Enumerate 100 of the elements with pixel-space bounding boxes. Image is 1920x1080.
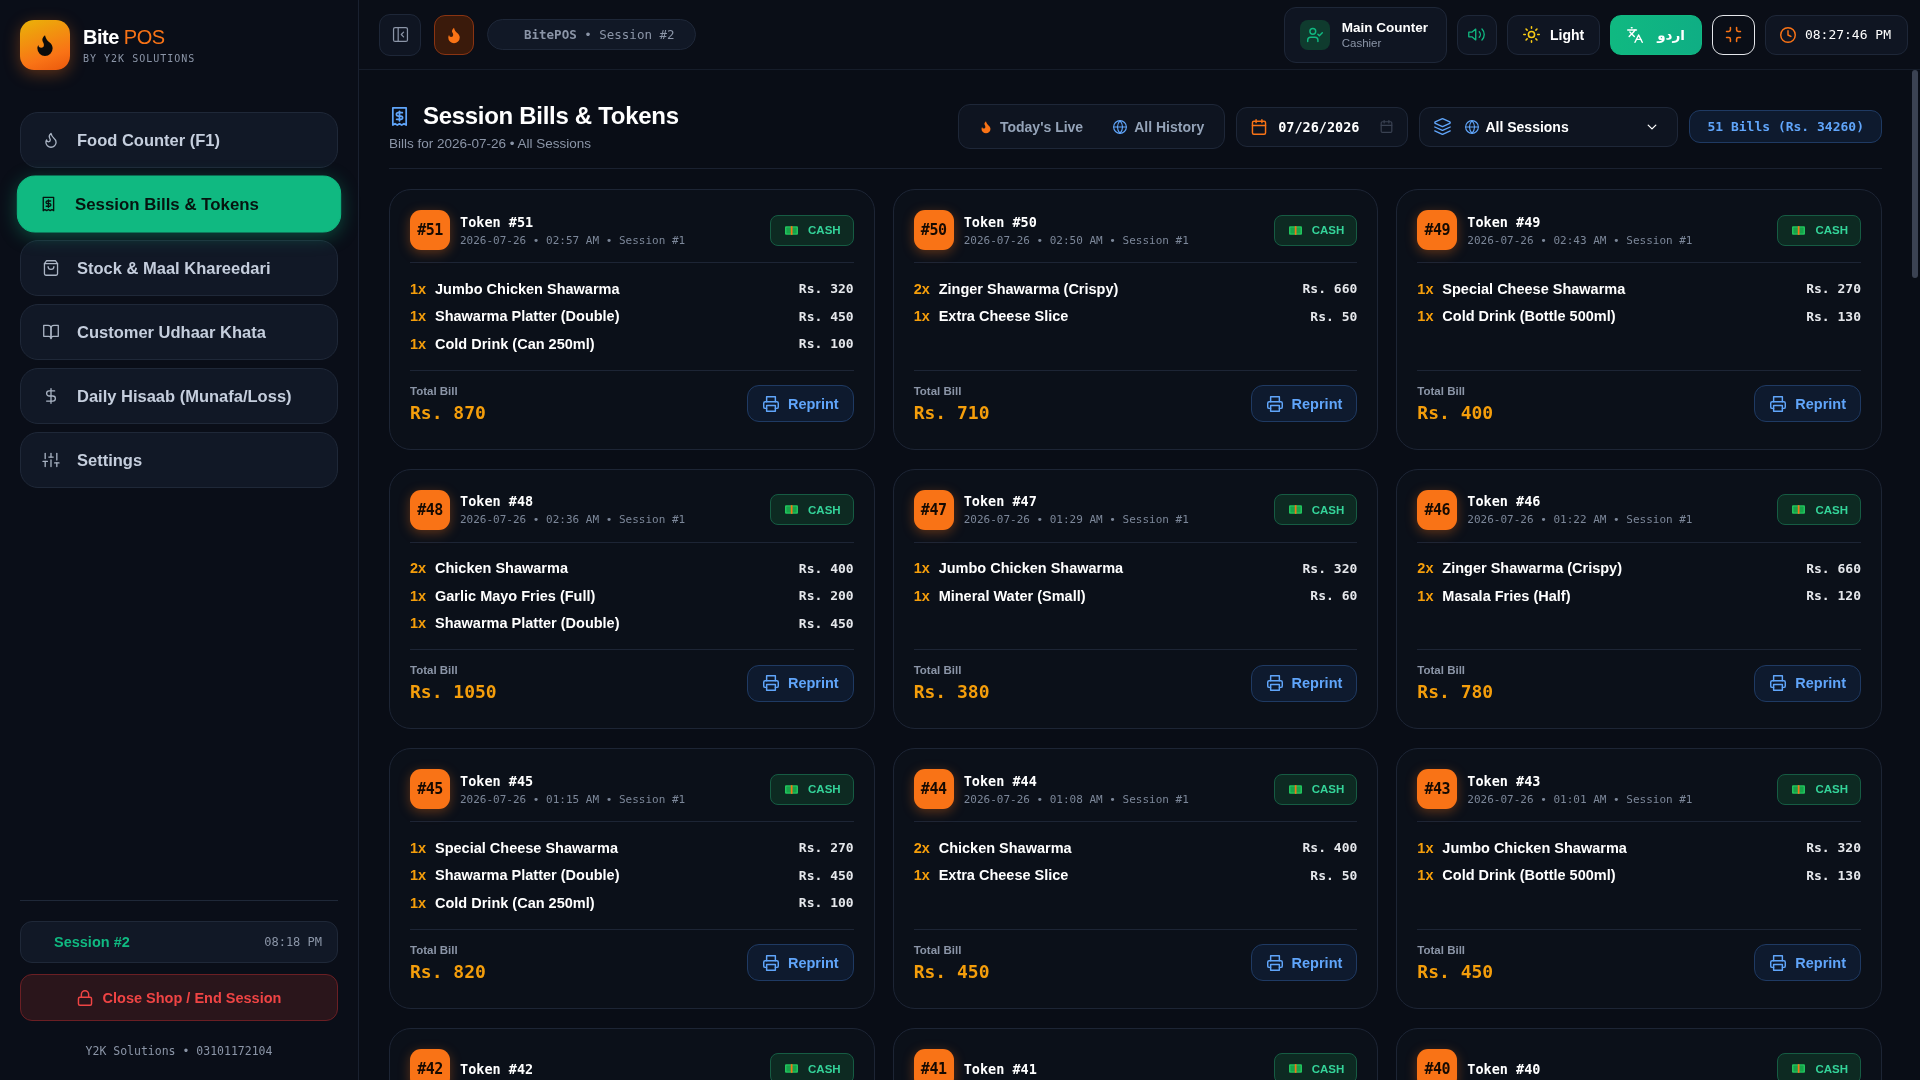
brand-name: Bite POS bbox=[83, 26, 166, 49]
banknote-icon bbox=[785, 505, 799, 514]
payment-badge: CASH bbox=[1777, 214, 1861, 246]
sidebar-nav-item[interactable]: Customer Udhaar Khata bbox=[20, 304, 338, 360]
item-name: Shawarma Platter (Double) bbox=[435, 867, 621, 884]
reprint-button[interactable]: Reprint bbox=[1754, 664, 1861, 702]
item-name: Mineral Water (Small) bbox=[938, 587, 1087, 604]
item-quantity: 1x bbox=[410, 894, 428, 911]
token-badge: #45 bbox=[410, 769, 450, 809]
shopping-bag-icon bbox=[43, 260, 59, 276]
sound-button[interactable] bbox=[1456, 14, 1497, 55]
receipt-icon bbox=[389, 104, 410, 128]
token-title: Token #50 bbox=[963, 213, 1038, 230]
item-name: Special Cheese Shawarma bbox=[435, 839, 619, 856]
banknote-icon bbox=[1288, 505, 1302, 514]
item-name: Chicken Shawarma bbox=[938, 839, 1073, 856]
clock: 08:27:46 PM bbox=[1764, 14, 1908, 55]
printer-icon bbox=[1266, 954, 1283, 971]
item-price: Rs. 400 bbox=[798, 560, 854, 576]
reprint-button[interactable]: Reprint bbox=[746, 664, 854, 702]
item-price: Rs. 100 bbox=[798, 336, 854, 352]
reprint-button[interactable]: Reprint bbox=[1250, 385, 1358, 422]
panel-icon bbox=[391, 26, 409, 43]
token-title: Token #51 bbox=[460, 213, 535, 230]
reprint-button[interactable]: Reprint bbox=[746, 944, 854, 981]
payment-badge: CASH bbox=[1273, 773, 1358, 805]
item-name: Garlic Mayo Fries (Full) bbox=[435, 587, 597, 604]
clock-icon bbox=[1779, 26, 1796, 43]
session-dropdown[interactable]: All Sessions bbox=[1419, 106, 1679, 147]
token-title: Token #44 bbox=[963, 772, 1038, 789]
user-card[interactable]: Main Counter Cashier bbox=[1283, 6, 1447, 63]
reprint-button[interactable]: Reprint bbox=[1250, 664, 1358, 702]
lock-icon bbox=[76, 989, 93, 1006]
dollar-icon bbox=[43, 388, 59, 404]
sidebar-nav-item[interactable]: Daily Hisaab (Munafa/Loss) bbox=[20, 368, 338, 424]
end-session-button[interactable]: Close Shop / End Session bbox=[20, 974, 338, 1021]
item-name: Cold Drink (Bottle 500ml) bbox=[1442, 867, 1617, 884]
scrollbar-thumb[interactable] bbox=[1912, 70, 1918, 278]
theme-button[interactable]: Light bbox=[1506, 14, 1601, 55]
item-quantity: 1x bbox=[913, 560, 931, 577]
token-badge: #42 bbox=[410, 1048, 450, 1080]
token-title: Token #48 bbox=[460, 493, 535, 509]
printer-icon bbox=[1770, 675, 1787, 691]
item-quantity: 1x bbox=[1417, 839, 1435, 856]
banknote-icon bbox=[785, 784, 799, 794]
item-price: Rs. 60 bbox=[1310, 588, 1358, 604]
translate-icon bbox=[1627, 26, 1644, 43]
exit-fullscreen-button[interactable] bbox=[1711, 14, 1755, 55]
item-name: Extra Cheese Slice bbox=[938, 867, 1070, 884]
item-price: Rs. 130 bbox=[1806, 308, 1861, 324]
date-field[interactable]: 07/26/2026 bbox=[1236, 106, 1409, 147]
reprint-button[interactable]: Reprint bbox=[1754, 385, 1861, 422]
item-price: Rs. 130 bbox=[1806, 867, 1861, 883]
item-price: Rs. 400 bbox=[1302, 840, 1358, 856]
item-price: Rs. 450 bbox=[798, 615, 854, 631]
total-label: Total Bill bbox=[410, 384, 459, 397]
reprint-button[interactable]: Reprint bbox=[1250, 944, 1358, 981]
token-meta: 2026-07-26 • 01:15 AM • Session #1 bbox=[460, 792, 687, 806]
token-badge: #46 bbox=[1417, 489, 1458, 530]
total-label: Total Bill bbox=[1417, 384, 1467, 397]
item-name: Jumbo Chicken Shawarma bbox=[1442, 839, 1628, 856]
sidebar-nav-item[interactable]: Food Counter (F1) bbox=[20, 112, 338, 168]
sidebar-toggle-button[interactable] bbox=[379, 13, 421, 56]
total-amount: Rs. 450 bbox=[913, 960, 990, 982]
token-badge: #44 bbox=[913, 769, 954, 809]
sidebar-nav-item[interactable]: Session Bills & Tokens bbox=[16, 175, 342, 233]
banknote-icon bbox=[1792, 784, 1806, 794]
layers-icon bbox=[1434, 118, 1452, 135]
total-label: Total Bill bbox=[1417, 664, 1467, 676]
printer-icon bbox=[1770, 954, 1787, 971]
total-amount: Rs. 710 bbox=[913, 401, 990, 423]
total-amount: Rs. 400 bbox=[1417, 401, 1494, 423]
item-quantity: 2x bbox=[913, 839, 931, 856]
item-name: Special Cheese Shawarma bbox=[1442, 280, 1627, 297]
footer-text: Y2K Solutions • 03101172104 bbox=[84, 1044, 274, 1058]
item-name: Cold Drink (Can 250ml) bbox=[435, 894, 596, 911]
filter-tab[interactable]: All History bbox=[1099, 110, 1219, 143]
item-quantity: 1x bbox=[1417, 280, 1435, 297]
token-badge: #43 bbox=[1417, 769, 1458, 809]
filter-tab[interactable]: Today's Live bbox=[964, 110, 1098, 143]
token-badge: #51 bbox=[410, 210, 450, 250]
token-title: Token #43 bbox=[1467, 772, 1542, 789]
payment-badge: CASH bbox=[1777, 773, 1861, 805]
sidebar-nav-item[interactable]: Stock & Maal Khareedari bbox=[20, 240, 338, 296]
reprint-button[interactable]: Reprint bbox=[746, 385, 854, 422]
item-name: Shawarma Platter (Double) bbox=[435, 615, 621, 632]
reprint-button[interactable]: Reprint bbox=[1754, 944, 1861, 981]
token-badge: #41 bbox=[913, 1048, 954, 1080]
page-title: Session Bills & Tokens bbox=[423, 102, 679, 130]
total-amount: Rs. 450 bbox=[1417, 960, 1494, 982]
speaker-icon bbox=[1468, 26, 1486, 43]
item-price: Rs. 270 bbox=[1806, 281, 1861, 297]
total-label: Total Bill bbox=[913, 943, 963, 956]
total-label: Total Bill bbox=[913, 384, 963, 397]
token-badge: #50 bbox=[913, 210, 954, 250]
item-quantity: 1x bbox=[410, 867, 428, 884]
sidebar-nav-item[interactable]: Settings bbox=[20, 432, 338, 488]
token-badge: #47 bbox=[913, 489, 954, 530]
brand-tagline: BY Y2K SOLUTIONS bbox=[83, 53, 196, 64]
flame-button[interactable] bbox=[434, 14, 474, 55]
